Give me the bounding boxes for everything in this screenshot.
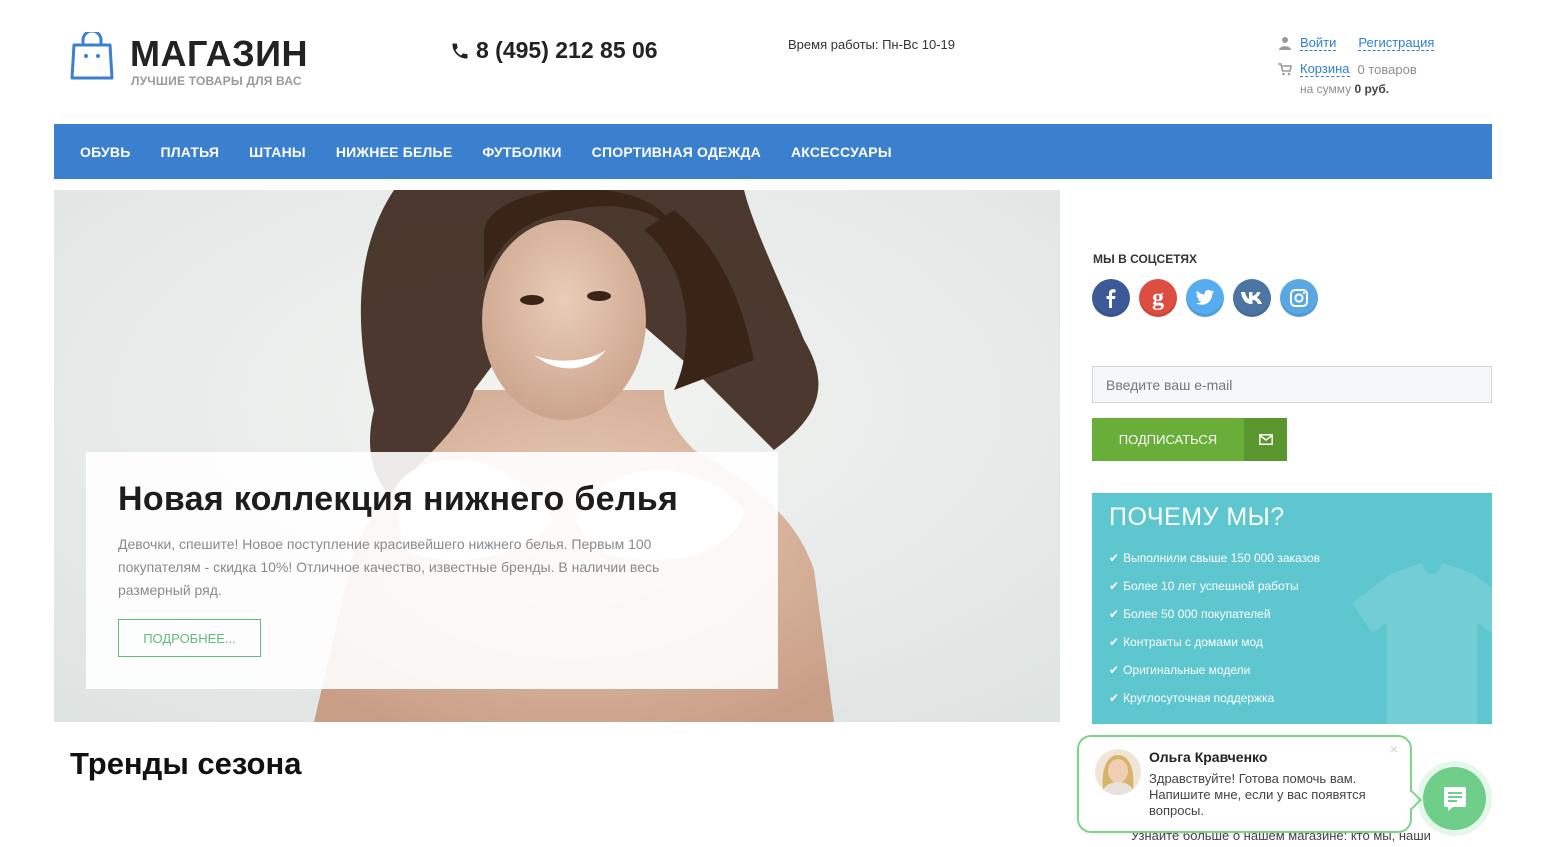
cart-sum-value: 0 руб.: [1354, 82, 1390, 96]
google-plus-icon[interactable]: g: [1139, 279, 1177, 317]
why-us-item-label: Оригинальные модели: [1123, 663, 1251, 677]
instagram-icon[interactable]: [1280, 279, 1318, 317]
logo-title: МАГАЗИН: [130, 33, 309, 74]
nav-item-accessories[interactable]: АКСЕССУАРЫ: [791, 144, 892, 160]
chat-message: Здравствуйте! Готова помочь вам. Напишит…: [1149, 771, 1366, 818]
decorative-shirt-icon: [1352, 563, 1492, 724]
why-us-item-label: Более 10 лет успешной работы: [1123, 579, 1299, 593]
vk-icon[interactable]: [1233, 279, 1271, 317]
chat-popup[interactable]: Ольга Кравченко Здравствуйте! Готова пом…: [1077, 735, 1422, 833]
hero-text: Девочки, спешите! Новое поступление крас…: [118, 536, 660, 598]
main-nav: ОБУВЬ ПЛАТЬЯ ШТАНЫ НИЖНЕЕ БЕЛЬЕ ФУТБОЛКИ…: [54, 124, 1492, 179]
user-icon: [1279, 37, 1291, 50]
why-us-title: ПОЧЕМУ МЫ?: [1109, 503, 1285, 531]
nav-item-underwear[interactable]: НИЖНЕЕ БЕЛЬЕ: [336, 144, 453, 160]
check-icon: ✔: [1109, 607, 1120, 621]
cart-sum: на сумму 0 руб.: [1300, 82, 1508, 96]
twitter-icon[interactable]: [1186, 279, 1224, 317]
cart-icon: [1278, 63, 1292, 76]
cart-link[interactable]: Корзина: [1300, 61, 1350, 77]
cart-row: Корзина 0 товаров: [1278, 60, 1508, 78]
phone-icon: [452, 43, 468, 58]
why-us-item-label: Круглосуточная поддержка: [1123, 691, 1275, 705]
nav-item-pants[interactable]: ШТАНЫ: [249, 144, 306, 160]
why-us-item-label: Более 50 000 покупателей: [1123, 607, 1271, 621]
register-link[interactable]: Регистрация: [1358, 35, 1435, 51]
hero-banner: Новая коллекция нижнего белья Девочки, с…: [54, 190, 1060, 722]
avatar: [1095, 749, 1141, 795]
phone-text: 8 (495) 212 85 06: [476, 37, 658, 63]
why-us-block: ПОЧЕМУ МЫ? ✔ Выполнили свыше 150 000 зака…: [1092, 493, 1492, 724]
logo[interactable]: МАГАЗИН ЛУЧШИЕ ТОВАРЫ ДЛЯ ВАС: [70, 32, 320, 92]
why-us-item-label: Контракты с домами мод: [1123, 635, 1263, 649]
chat-agent-name: Ольга Кравченко: [1149, 749, 1268, 765]
check-icon: ✔: [1109, 663, 1120, 677]
cart-sum-prefix: на сумму: [1300, 82, 1352, 96]
email-input[interactable]: [1092, 366, 1492, 403]
phone-number[interactable]: 8 (495) 212 85 06: [450, 37, 658, 64]
check-icon: ✔: [1109, 551, 1120, 565]
subscribe-label: ПОДПИСАТЬСЯ: [1118, 432, 1218, 447]
close-icon[interactable]: ×: [1390, 741, 1398, 757]
check-icon: ✔: [1109, 691, 1120, 705]
cart-count: 0 товаров: [1357, 61, 1417, 77]
social-title: МЫ В СОЦСЕТЯХ: [1093, 252, 1198, 266]
trends-title: Тренды сезона: [70, 746, 302, 781]
more-button[interactable]: ПОДРОБНЕЕ...: [118, 619, 261, 657]
check-icon: ✔: [1109, 579, 1120, 593]
logo-subtitle: ЛУЧШИЕ ТОВАРЫ ДЛЯ ВАС: [131, 74, 302, 88]
facebook-icon[interactable]: [1092, 279, 1130, 317]
chat-tail: [1402, 790, 1422, 810]
nav-item-dresses[interactable]: ПЛАТЬЯ: [161, 144, 220, 160]
envelope-icon: [1244, 418, 1287, 461]
nav-item-shoes[interactable]: ОБУВЬ: [80, 144, 131, 160]
nav-item-tshirts[interactable]: ФУТБОЛКИ: [482, 144, 561, 160]
subscribe-button[interactable]: ПОДПИСАТЬСЯ: [1092, 418, 1287, 461]
check-icon: ✔: [1109, 635, 1120, 649]
chat-open-button[interactable]: [1423, 767, 1486, 830]
why-us-item-label: Выполнили свыше 150 000 заказов: [1123, 551, 1320, 565]
nav-item-sportswear[interactable]: СПОРТИВНАЯ ОДЕЖДА: [592, 144, 761, 160]
hero-card: Новая коллекция нижнего белья Девочки, с…: [86, 452, 778, 689]
auth-row: Войти Регистрация: [1278, 34, 1508, 52]
hero-title: Новая коллекция нижнего белья: [118, 480, 679, 518]
social-links: g: [1092, 279, 1318, 317]
login-link[interactable]: Войти: [1300, 35, 1337, 51]
shopping-bag-icon: [70, 32, 114, 80]
user-block: Войти Регистрация Корзина 0 товаров на с…: [1278, 34, 1508, 96]
working-hours: Время работы: Пн-Вс 10-19: [788, 37, 955, 52]
chat-icon: [1443, 786, 1466, 811]
